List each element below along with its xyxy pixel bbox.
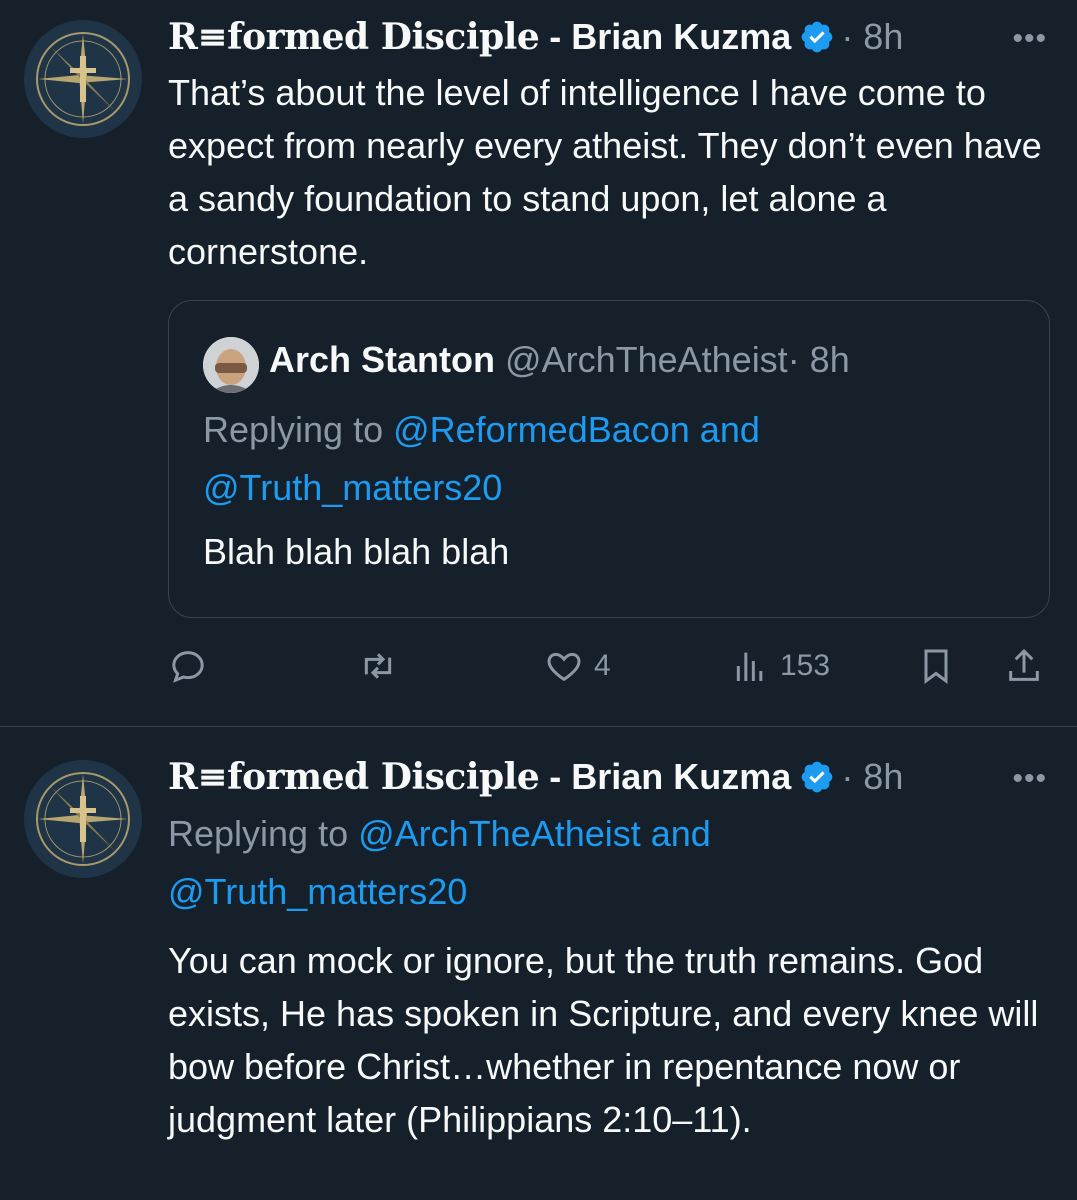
mention-link[interactable]: @Truth_matters20 xyxy=(168,871,467,912)
tweet-text: That’s about the level of intelligence I… xyxy=(168,72,1042,272)
quoted-handle[interactable]: @ArchTheAtheist xyxy=(505,339,788,380)
person-avatar-icon xyxy=(203,337,259,393)
quoted-header: Arch Stanton @ArchTheAtheist· 8h xyxy=(269,339,850,381)
compass-logo-icon xyxy=(25,21,141,137)
avatar[interactable] xyxy=(24,20,142,138)
action-bar: 4 153 xyxy=(0,636,1077,696)
retweet-button[interactable] xyxy=(358,636,398,696)
avatar[interactable] xyxy=(24,760,142,878)
views-count: 153 xyxy=(780,649,831,682)
views-button[interactable]: 153 xyxy=(730,636,830,696)
timestamp[interactable]: · 8h xyxy=(841,756,903,798)
more-options-icon[interactable]: ••• xyxy=(1012,762,1047,796)
more-options-icon[interactable]: ••• xyxy=(1012,22,1047,56)
quoted-tweet[interactable]: Arch Stanton @ArchTheAtheist· 8h Replyin… xyxy=(168,300,1050,618)
compass-logo-icon xyxy=(25,761,141,877)
like-button[interactable]: 4 xyxy=(544,636,611,696)
tweet-header: R≡formed Disciple - Brian Kuzma · 8h xyxy=(168,752,903,802)
quoted-replying-to: Replying to @ReformedBacon and @Truth_ma… xyxy=(203,409,760,508)
replying-to: Replying to @ArchTheAtheist and @Truth_m… xyxy=(168,813,711,912)
share-button[interactable] xyxy=(1004,636,1044,696)
quoted-author-name[interactable]: Arch Stanton xyxy=(269,339,495,380)
heart-icon xyxy=(547,652,581,682)
tweet-header: R≡formed Disciple - Brian Kuzma · 8h xyxy=(168,12,903,62)
mention-link[interactable]: @ReformedBacon and xyxy=(393,409,760,450)
tweet-text: You can mock or ignore, but the truth re… xyxy=(168,940,1039,1140)
views-chart-icon xyxy=(736,652,763,681)
retweet-icon xyxy=(364,653,392,679)
bookmark-icon xyxy=(924,649,948,684)
quoted-text: Blah blah blah blah xyxy=(203,531,510,572)
bookmark-button[interactable] xyxy=(916,636,956,696)
share-icon xyxy=(1009,648,1039,681)
tweet-2[interactable]: R≡formed Disciple - Brian Kuzma · 8h •••… xyxy=(0,727,1077,1200)
like-count: 4 xyxy=(594,649,611,682)
author-name[interactable]: R≡formed Disciple - Brian Kuzma xyxy=(168,16,791,58)
tweet-1[interactable]: R≡formed Disciple - Brian Kuzma · 8h •••… xyxy=(0,0,1077,726)
reply-button[interactable] xyxy=(168,636,208,696)
verified-badge-icon xyxy=(801,21,833,53)
mention-link[interactable]: @ArchTheAtheist and xyxy=(358,813,711,854)
mention-link[interactable]: @Truth_matters20 xyxy=(203,467,502,508)
verified-badge-icon xyxy=(801,761,833,793)
reply-icon xyxy=(172,651,204,683)
quoted-avatar xyxy=(203,337,259,393)
quoted-timestamp: · 8h xyxy=(787,339,850,380)
timestamp[interactable]: · 8h xyxy=(841,16,903,58)
author-name[interactable]: R≡formed Disciple - Brian Kuzma xyxy=(168,756,791,798)
